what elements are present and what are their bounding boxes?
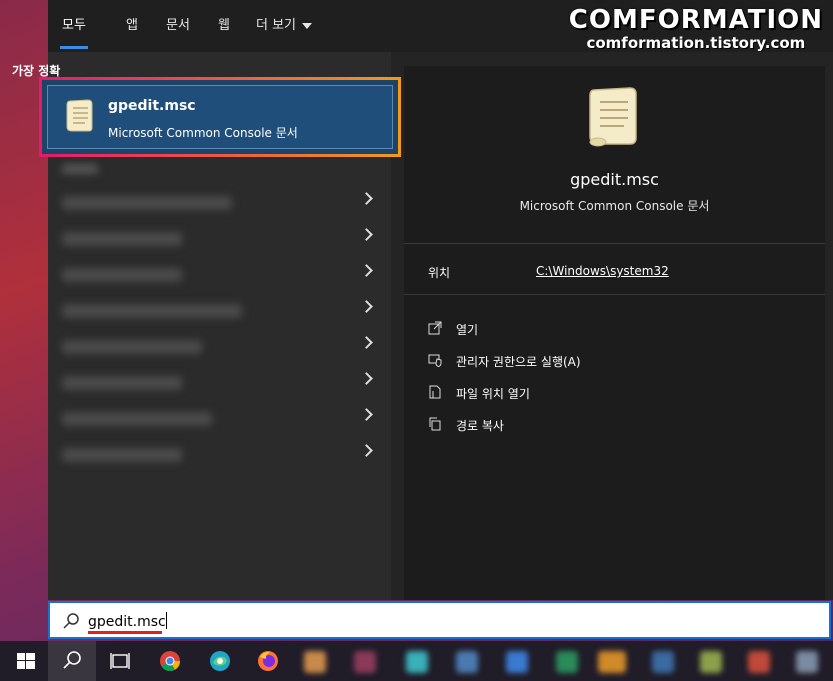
open-action[interactable]: 열기 [428,321,628,339]
copy-path-action[interactable]: 경로 복사 [428,417,628,435]
search-input-value: gpedit.msc [88,614,166,630]
scroll-document-icon [66,99,93,132]
filter-tab-bar: 모두 앱 문서 웹 더 보기 COMFORMATION comformation… [48,0,833,52]
firefox-icon[interactable] [256,649,280,673]
taskbar-app-icon[interactable] [556,651,578,673]
highlight-underline [88,631,162,634]
chevron-right-icon [360,192,373,205]
run-as-admin-action[interactable]: 관리자 권한으로 실행(A) [428,353,628,371]
search-icon [63,651,81,669]
taskbar-app-icon[interactable] [354,651,376,673]
run-as-admin-label: 관리자 권한으로 실행(A) [456,355,581,369]
taskbar-app-icon[interactable] [456,651,478,673]
taskbar-app-icon[interactable] [796,651,818,673]
chevron-right-icon [360,444,373,457]
chevron-down-icon [302,22,313,29]
taskbar-app-icon[interactable] [506,651,528,673]
tab-more-label: 더 보기 [256,18,297,33]
divider [404,243,825,244]
tab-more[interactable]: 더 보기 [256,16,313,38]
watermark-title: COMFORMATION [568,5,823,35]
search-taskbar-button[interactable] [48,641,96,681]
results-section-header [62,164,98,174]
list-item[interactable] [48,292,391,328]
best-match-card: gpedit.msc Microsoft Common Console 문서 [47,85,393,149]
search-box[interactable]: gpedit.msc [48,601,831,639]
best-match-item[interactable]: gpedit.msc Microsoft Common Console 문서 [39,77,401,157]
scroll-document-icon [589,87,637,147]
tab-documents[interactable]: 문서 [166,16,190,38]
best-match-title: gpedit.msc [108,98,196,114]
admin-shield-icon [428,354,442,367]
chevron-right-icon [360,372,373,385]
chevron-right-icon [360,228,373,241]
open-file-location-label: 파일 위치 열기 [456,387,530,401]
edge-chromium-icon[interactable] [208,649,232,673]
divider [404,294,825,295]
text-cursor [165,612,167,629]
taskbar-app-icon[interactable] [700,651,722,673]
tab-web[interactable]: 웹 [218,16,230,38]
file-location-icon [429,385,441,399]
list-item[interactable] [48,364,391,400]
tab-apps[interactable]: 앱 [126,16,138,38]
list-item[interactable] [48,184,391,220]
detail-title: gpedit.msc [570,170,659,189]
list-item[interactable] [48,400,391,436]
tab-all[interactable]: 모두 [60,16,88,49]
chevron-right-icon [360,336,373,349]
taskbar-app-icon[interactable] [598,651,626,673]
taskbar-app-icon[interactable] [406,651,428,673]
copy-path-label: 경로 복사 [456,419,504,433]
watermark-url: comformation.tistory.com [586,34,806,52]
copy-path-icon [429,417,441,431]
list-item[interactable] [48,328,391,364]
taskbar-app-icon[interactable] [748,651,770,673]
detail-pane: gpedit.msc Microsoft Common Console 문서 위… [404,66,825,600]
list-item[interactable] [48,220,391,256]
best-match-subtitle: Microsoft Common Console 문서 [108,126,298,140]
chevron-right-icon [360,300,373,313]
watermark: COMFORMATION comformation.tistory.com [569,6,823,52]
detail-subtitle: Microsoft Common Console 문서 [519,199,710,213]
list-item[interactable] [48,436,391,472]
location-label: 위치 [428,266,451,280]
chrome-icon[interactable] [158,649,182,673]
location-link[interactable]: C:\Windows\system32 [536,264,669,278]
search-icon [63,613,79,629]
windows-start-icon[interactable] [14,649,38,673]
list-item[interactable] [48,256,391,292]
task-view-icon[interactable] [108,649,132,673]
taskbar-app-icon[interactable] [304,651,326,673]
search-input[interactable]: gpedit.msc [88,612,167,630]
open-icon [428,321,442,335]
open-file-location-action[interactable]: 파일 위치 열기 [428,385,628,403]
taskbar [0,641,833,681]
open-label: 열기 [456,323,479,337]
chevron-right-icon [360,408,373,421]
taskbar-app-icon[interactable] [652,651,674,673]
chevron-right-icon [360,264,373,277]
